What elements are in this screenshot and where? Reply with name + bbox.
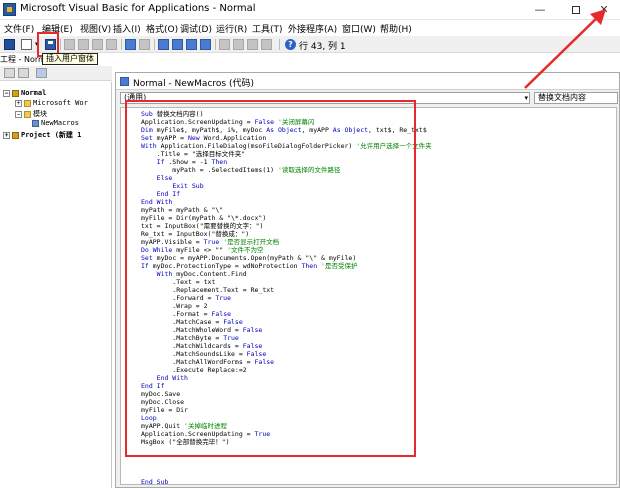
menu-addins[interactable]: 外接程序(A) [288, 22, 337, 35]
project-icon [12, 131, 19, 139]
run-icon[interactable] [158, 39, 169, 50]
close-button[interactable]: ✕ [588, 0, 620, 20]
menu-tools[interactable]: 工具(T) [252, 22, 283, 35]
minimize-button[interactable]: — [520, 0, 560, 20]
redo-icon[interactable] [139, 39, 150, 50]
menu-window[interactable]: 窗口(W) [342, 22, 376, 35]
tree-item-label: Normal [21, 89, 47, 97]
menu-run[interactable]: 运行(R) [216, 22, 247, 35]
code-window-icon [120, 77, 129, 86]
maximize-icon [572, 6, 580, 14]
copy-icon[interactable] [78, 39, 89, 50]
chevron-down-icon[interactable]: ▾ [524, 93, 528, 103]
folder-icon [24, 99, 31, 107]
menu-view[interactable]: 视图(V) [80, 22, 111, 35]
toolbar-tooltip: 插入用户窗体 [42, 53, 98, 65]
title-bar: Microsoft Visual Basic for Applications … [0, 0, 620, 20]
view-object-icon[interactable] [18, 68, 29, 78]
design-mode-icon[interactable] [200, 39, 211, 50]
break-icon[interactable] [172, 39, 183, 50]
tree-item-project-new[interactable]: + Project (新建 1 [3, 130, 81, 140]
toolbar-divider [60, 39, 61, 50]
cut-icon[interactable] [64, 39, 75, 50]
tree-item-normal[interactable]: − Normal [3, 89, 46, 99]
tree-item-modules[interactable]: − 模块 [15, 109, 47, 119]
procedure-dropdown-value: 替换文档内容 [538, 93, 586, 102]
module-icon [32, 119, 39, 127]
toolbox-icon[interactable] [261, 39, 272, 50]
window-title: Microsoft Visual Basic for Applications … [20, 3, 256, 14]
menu-bar: 文件(F) 编辑(E) 视图(V) 插入(I) 格式(O) 调试(D) 运行(R… [0, 20, 620, 36]
tree-item-label: Microsoft Wor [33, 99, 88, 107]
toolbar-divider [279, 39, 280, 50]
menu-help[interactable]: 帮助(H) [380, 22, 412, 35]
code-window-titlebar: Normal - NewMacros (代码) [116, 73, 619, 90]
project-tree: − Normal + Microsoft Wor − 模块 NewMacros + Pr… [0, 82, 112, 488]
tree-toggle[interactable]: + [15, 99, 22, 107]
object-browser-icon[interactable] [247, 39, 258, 50]
folder-icon [24, 110, 31, 118]
undo-icon[interactable] [125, 39, 136, 50]
tree-item-label: NewMacros [41, 119, 79, 127]
project-explorer-toolbar [0, 66, 112, 81]
toolbar-divider [215, 39, 216, 50]
menu-file[interactable]: 文件(F) [4, 22, 34, 35]
help-icon[interactable]: ? [285, 39, 296, 50]
standard-toolbar: ▾ ? 行 43, 列 1 [0, 36, 620, 53]
paste-icon[interactable] [92, 39, 103, 50]
project-icon [12, 89, 19, 97]
cursor-position: 行 43, 列 1 [299, 42, 346, 52]
toggle-folders-icon[interactable] [36, 68, 47, 78]
tree-item-label: Project (新建 1 [21, 131, 82, 139]
code-highlight [125, 100, 416, 457]
menu-format[interactable]: 格式(O) [146, 22, 178, 35]
code-window-title: Normal - NewMacros (代码) [133, 79, 254, 89]
project-explorer-icon[interactable] [219, 39, 230, 50]
tree-toggle[interactable]: + [3, 131, 10, 139]
toolbar-divider [121, 39, 122, 50]
menu-insert[interactable]: 插入(I) [113, 22, 141, 35]
find-icon[interactable] [106, 39, 117, 50]
toolbar-divider [154, 39, 155, 50]
tree-item-microsoft-word-objects[interactable]: + Microsoft Wor [15, 99, 88, 109]
tree-item-label: 模块 [33, 110, 47, 118]
tree-toggle[interactable]: − [15, 110, 22, 118]
insert-userform-icon[interactable] [21, 39, 32, 50]
vba-app-icon [3, 3, 16, 16]
tree-toggle[interactable]: − [3, 89, 10, 97]
view-word-icon[interactable] [4, 39, 15, 50]
tree-item-newmacros[interactable]: NewMacros [30, 119, 79, 129]
code-text: End Sub [141, 478, 169, 486]
view-code-icon[interactable] [4, 68, 15, 78]
code-line: End Sub [141, 478, 611, 486]
reset-icon[interactable] [186, 39, 197, 50]
procedure-dropdown[interactable]: 替换文档内容 [534, 92, 618, 104]
properties-icon[interactable] [233, 39, 244, 50]
menu-debug[interactable]: 调试(D) [180, 22, 212, 35]
